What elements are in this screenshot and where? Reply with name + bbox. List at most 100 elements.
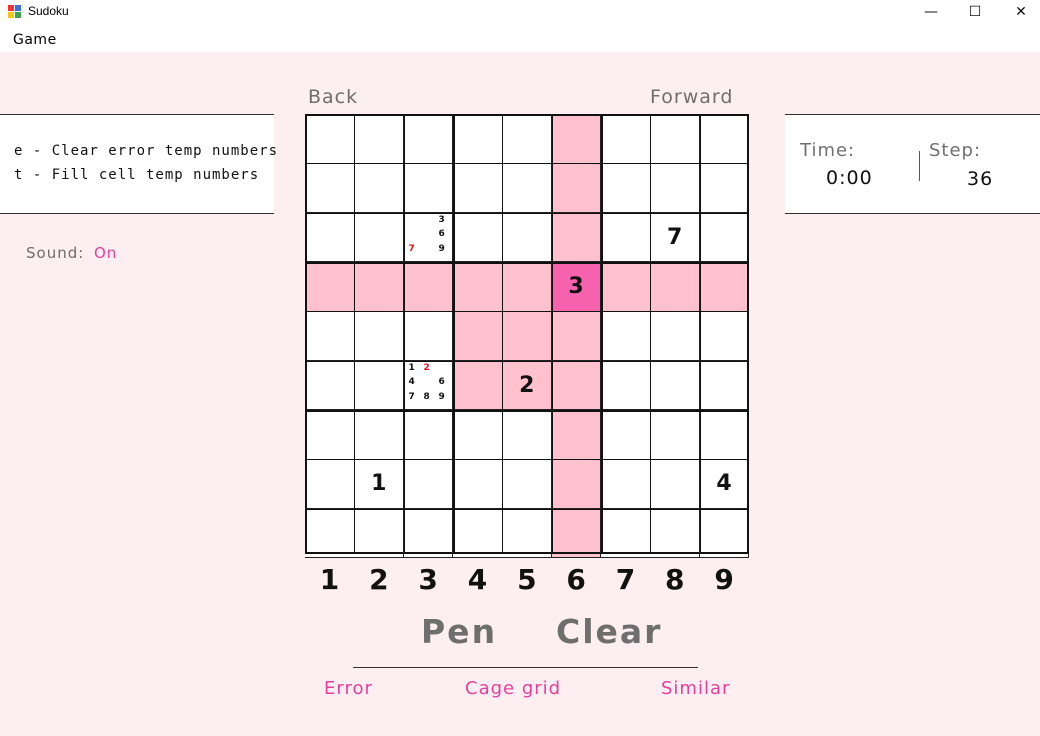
board-cell-r7c4[interactable]	[452, 409, 503, 460]
board-cell-r8c1[interactable]	[305, 459, 355, 510]
similar-option[interactable]: Similar	[661, 678, 730, 699]
board-cell-r1c2[interactable]	[354, 114, 405, 164]
board-cell-r5c6[interactable]	[551, 311, 602, 362]
board-cell-r7c5[interactable]	[502, 409, 553, 460]
digit-button-9[interactable]: 9	[700, 563, 749, 596]
board-cell-r7c8[interactable]	[650, 409, 701, 460]
board-cell-r1c7[interactable]	[600, 114, 651, 164]
board-cell-r4c1[interactable]	[305, 261, 355, 312]
board-cell-r2c8[interactable]	[650, 163, 701, 214]
board-cell-r8c2[interactable]: 1	[354, 459, 405, 510]
close-button[interactable]: ✕	[998, 0, 1040, 24]
board-cell-r3c3[interactable]: 3 6 7 9	[403, 212, 454, 263]
board-cell-r3c8[interactable]: 7	[650, 212, 701, 263]
board-cell-r8c8[interactable]	[650, 459, 701, 510]
board-cell-r2c3[interactable]	[403, 163, 454, 214]
board-cell-r2c6[interactable]	[551, 163, 602, 214]
board-cell-r5c7[interactable]	[600, 311, 651, 362]
board-cell-r1c4[interactable]	[452, 114, 503, 164]
board-cell-r9c6[interactable]	[551, 508, 602, 559]
board-cell-r9c9[interactable]	[699, 508, 750, 559]
board-cell-r1c5[interactable]	[502, 114, 553, 164]
board-cell-r5c1[interactable]	[305, 311, 355, 362]
board-cell-r5c9[interactable]	[699, 311, 750, 362]
board-cell-r3c4[interactable]	[452, 212, 503, 263]
board-cell-r6c8[interactable]	[650, 360, 701, 411]
board-cell-r4c6[interactable]: 3	[551, 261, 602, 312]
clear-mode-button[interactable]: Clear	[556, 612, 662, 651]
board-cell-r9c3[interactable]	[403, 508, 454, 559]
board-cell-r1c9[interactable]	[699, 114, 750, 164]
board-cell-r9c1[interactable]	[305, 508, 355, 559]
board-cell-r4c3[interactable]	[403, 261, 454, 312]
board-cell-r1c8[interactable]	[650, 114, 701, 164]
board-cell-r3c6[interactable]	[551, 212, 602, 263]
board-cell-r8c4[interactable]	[452, 459, 503, 510]
board-cell-r6c4[interactable]	[452, 360, 503, 411]
board-cell-r6c9[interactable]	[699, 360, 750, 411]
board-cell-r7c3[interactable]	[403, 409, 454, 460]
digit-button-8[interactable]: 8	[650, 563, 699, 596]
board-cell-r2c9[interactable]	[699, 163, 750, 214]
board-cell-r7c9[interactable]	[699, 409, 750, 460]
board-cell-r7c6[interactable]	[551, 409, 602, 460]
error-option[interactable]: Error	[324, 678, 373, 699]
minimize-button[interactable]: —	[908, 0, 954, 24]
board-cell-r6c5[interactable]: 2	[502, 360, 553, 411]
board-cell-r2c7[interactable]	[600, 163, 651, 214]
board-cell-r2c1[interactable]	[305, 163, 355, 214]
board-cell-r2c4[interactable]	[452, 163, 503, 214]
board-cell-r6c6[interactable]	[551, 360, 602, 411]
digit-button-2[interactable]: 2	[354, 563, 403, 596]
board-cell-r8c3[interactable]	[403, 459, 454, 510]
digit-button-7[interactable]: 7	[601, 563, 650, 596]
board-cell-r6c3[interactable]: 124 6 789	[403, 360, 454, 411]
board-cell-r2c2[interactable]	[354, 163, 405, 214]
board-cell-r3c2[interactable]	[354, 212, 405, 263]
board-cell-r7c7[interactable]	[600, 409, 651, 460]
back-button[interactable]: Back	[308, 86, 358, 108]
board-cell-r5c5[interactable]	[502, 311, 553, 362]
board-cell-r1c6[interactable]	[551, 114, 602, 164]
forward-button[interactable]: Forward	[650, 86, 733, 108]
board-cell-r1c1[interactable]	[305, 114, 355, 164]
board-cell-r4c4[interactable]	[452, 261, 503, 312]
board-cell-r4c5[interactable]	[502, 261, 553, 312]
board-cell-r5c8[interactable]	[650, 311, 701, 362]
board-cell-r1c3[interactable]	[403, 114, 454, 164]
board-cell-r5c3[interactable]	[403, 311, 454, 362]
board-cell-r2c5[interactable]	[502, 163, 553, 214]
board-cell-r9c4[interactable]	[452, 508, 503, 559]
board-cell-r8c9[interactable]: 4	[699, 459, 750, 510]
digit-button-5[interactable]: 5	[502, 563, 551, 596]
board-cell-r8c6[interactable]	[551, 459, 602, 510]
board-cell-r3c9[interactable]	[699, 212, 750, 263]
board-cell-r3c1[interactable]	[305, 212, 355, 263]
board-cell-r8c7[interactable]	[600, 459, 651, 510]
board-cell-r4c8[interactable]	[650, 261, 701, 312]
board-cell-r6c1[interactable]	[305, 360, 355, 411]
cage-grid-option[interactable]: Cage grid	[465, 678, 561, 699]
digit-button-1[interactable]: 1	[305, 563, 354, 596]
board-cell-r6c7[interactable]	[600, 360, 651, 411]
digit-button-4[interactable]: 4	[453, 563, 502, 596]
board-cell-r9c8[interactable]	[650, 508, 701, 559]
board-cell-r8c5[interactable]	[502, 459, 553, 510]
board-cell-r9c2[interactable]	[354, 508, 405, 559]
board-cell-r9c5[interactable]	[502, 508, 553, 559]
board-cell-r6c2[interactable]	[354, 360, 405, 411]
board-cell-r4c9[interactable]	[699, 261, 750, 312]
sound-toggle[interactable]: On	[94, 244, 117, 262]
board-cell-r9c7[interactable]	[600, 508, 651, 559]
menu-game[interactable]: Game	[13, 32, 57, 48]
digit-button-3[interactable]: 3	[404, 563, 453, 596]
board-cell-r5c4[interactable]	[452, 311, 503, 362]
board-cell-r4c7[interactable]	[600, 261, 651, 312]
board-cell-r4c2[interactable]	[354, 261, 405, 312]
board-cell-r7c1[interactable]	[305, 409, 355, 460]
digit-button-6[interactable]: 6	[552, 563, 601, 596]
board-cell-r5c2[interactable]	[354, 311, 405, 362]
board-cell-r3c5[interactable]	[502, 212, 553, 263]
board-cell-r7c2[interactable]	[354, 409, 405, 460]
board-cell-r3c7[interactable]	[600, 212, 651, 263]
